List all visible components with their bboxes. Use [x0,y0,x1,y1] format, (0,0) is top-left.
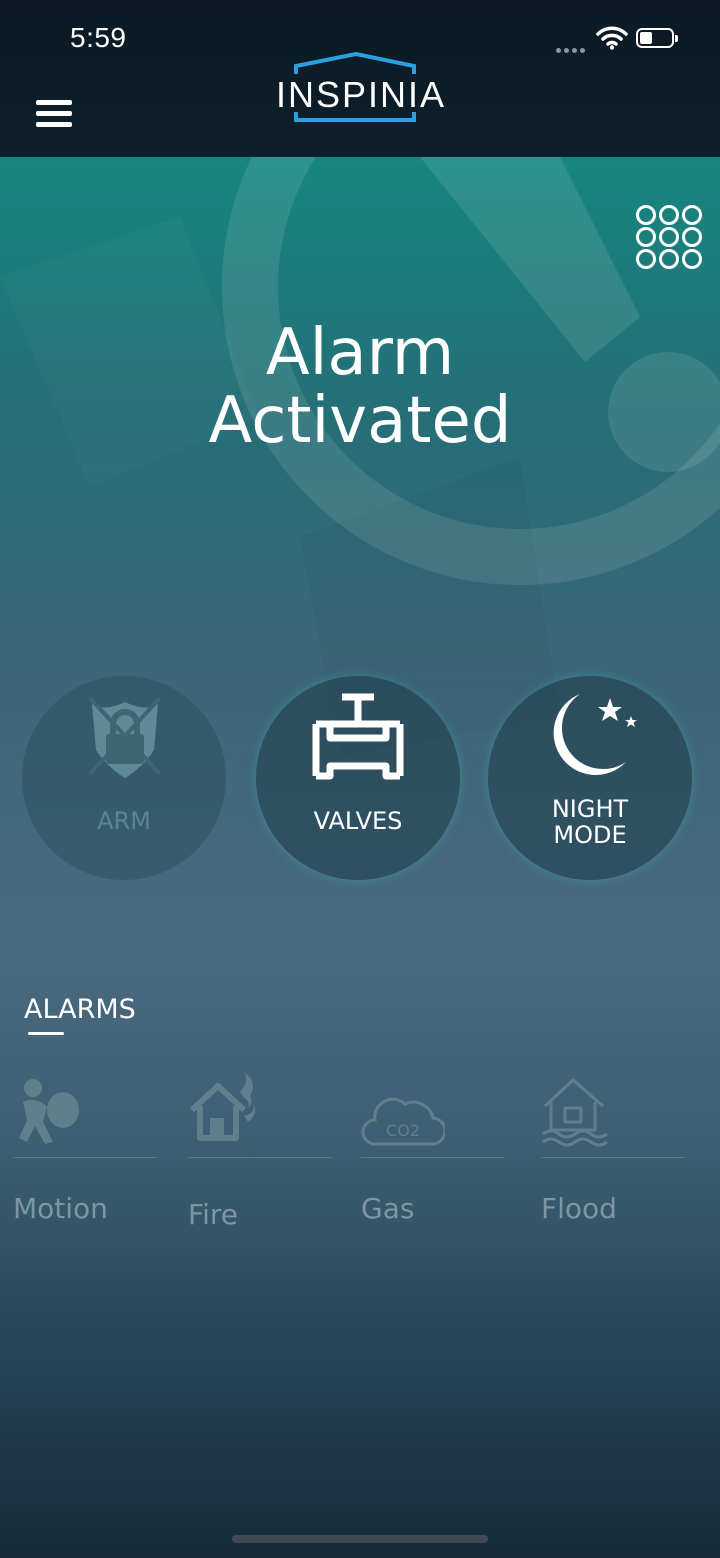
valve-icon [312,693,404,780]
alarm-status-line1: Alarm [265,316,455,390]
alarms-title-underline [28,1032,64,1035]
fire-divider [188,1157,332,1158]
home-indicator[interactable] [232,1535,488,1543]
battery-icon [636,28,678,48]
night-mode-label-line1: NIGHT [551,795,629,823]
alarm-label-flood: Flood [541,1192,617,1225]
hamburger-menu-button[interactable] [34,98,74,130]
alarm-label-gas: Gas [361,1192,415,1225]
arm-button[interactable]: ARM [22,676,226,880]
top-header: 5:59 INSPINIA [0,0,720,157]
night-mode-label-line2: MODE [553,821,627,849]
alarm-status-line2: Activated [208,384,512,458]
logo-text: INSPINIA [275,74,447,115]
motion-divider [13,1157,157,1158]
alarm-item-gas[interactable]: CO2 Gas [361,1068,505,1248]
alarm-label-motion: Motion [13,1192,108,1225]
night-mode-label: NIGHT MODE [488,796,692,848]
gas-divider [361,1157,505,1158]
night-mode-button[interactable]: NIGHT MODE [488,676,692,880]
alarms-section-title: ALARMS [24,994,136,1025]
alarm-item-fire[interactable]: Fire [188,1068,332,1248]
svg-text:CO2: CO2 [386,1121,420,1140]
inspinia-logo: INSPINIA [256,52,466,124]
co2-cloud-icon: CO2 [361,1097,445,1146]
burglar-icon [19,1079,79,1144]
shield-lock-icon [88,696,162,778]
wifi-icon [596,26,628,50]
signal-dots-icon [556,38,588,57]
keypad-grid-button[interactable] [632,200,708,276]
house-flood-icon [542,1078,608,1147]
moon-stars-icon [553,694,637,775]
valves-button[interactable]: VALVES [256,676,460,880]
arm-label: ARM [97,807,151,835]
valves-label: VALVES [313,807,403,835]
app-screen: 5:59 INSPINIA Alarm Activated ARM VALVES… [0,0,720,1558]
house-fire-icon [189,1072,256,1141]
alarm-item-motion[interactable]: Motion [13,1068,157,1248]
alarm-label-fire: Fire [188,1198,238,1231]
flood-divider [541,1157,685,1158]
alarm-item-flood[interactable]: Flood [541,1068,685,1248]
status-time: 5:59 [70,22,127,53]
